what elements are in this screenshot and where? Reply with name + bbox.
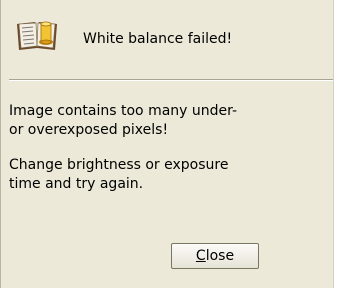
white-balance-dialog: White balance failed! Image contains too…: [0, 0, 334, 288]
message-line: time and try again.: [9, 176, 144, 192]
close-button[interactable]: Close: [171, 243, 259, 269]
message-paragraph-2: Change brightness or exposure time and t…: [9, 156, 319, 194]
message-paragraph-1: Image contains too many under- or overex…: [9, 102, 319, 140]
message-line: Change brightness or exposure: [9, 157, 229, 173]
dialog-header: [13, 14, 61, 54]
close-button-mnemonic: C: [195, 248, 206, 264]
open-book-with-coin-icon: [13, 14, 61, 54]
dialog-title: White balance failed!: [83, 31, 233, 47]
dialog-message: Image contains too many under- or overex…: [9, 102, 319, 210]
message-line: or overexposed pixels!: [9, 122, 169, 138]
message-line: Image contains too many under-: [9, 103, 238, 119]
close-button-label: lose: [205, 248, 235, 264]
header-separator: [9, 79, 333, 81]
